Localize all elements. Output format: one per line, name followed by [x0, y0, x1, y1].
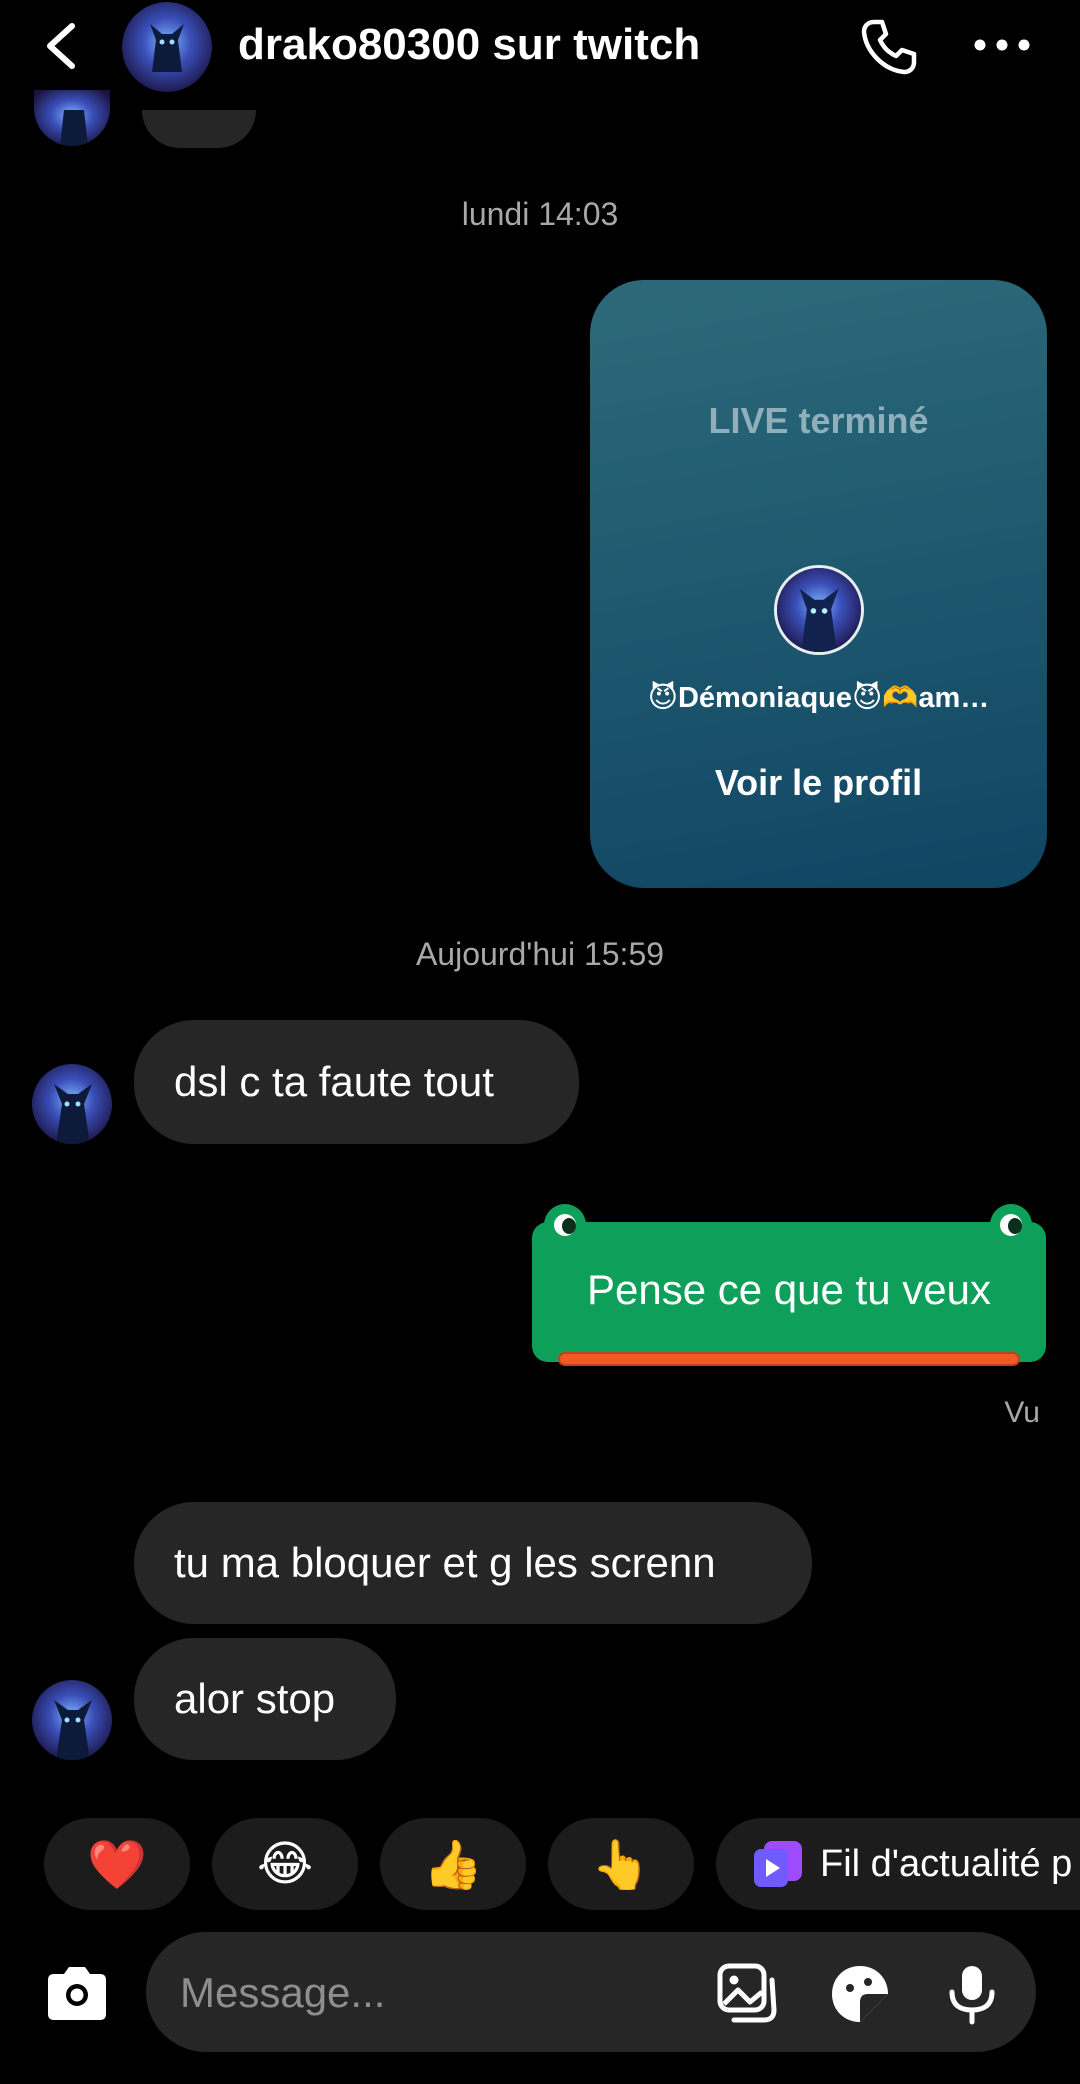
- reels-icon: [754, 1841, 802, 1887]
- timestamp: lundi 14:03: [461, 196, 619, 232]
- message-composer: [146, 1932, 1036, 2052]
- sent-message-sticker[interactable]: Pense ce que tu veux: [532, 1204, 1046, 1366]
- message-text: Pense ce que tu veux: [587, 1266, 991, 1313]
- quick-reply-thumbs-up[interactable]: 👍: [380, 1818, 526, 1910]
- quick-reply-point-up[interactable]: 👆: [548, 1818, 694, 1910]
- avatar[interactable]: [774, 565, 864, 655]
- avatar[interactable]: [122, 2, 212, 92]
- frog-eye-icon: [990, 1204, 1032, 1246]
- live-ended-card[interactable]: LIVE terminé 😈Démoniaque😈🫶am… Voir le pr…: [590, 280, 1047, 888]
- message-bubble[interactable]: tu ma bloquer et g les screnn: [134, 1502, 812, 1624]
- message-bubble-partial[interactable]: [142, 110, 256, 148]
- phone-icon[interactable]: [856, 14, 920, 78]
- page-title[interactable]: drako80300 sur twitch: [238, 20, 700, 70]
- live-profile-name: 😈Démoniaque😈🫶am…: [647, 682, 990, 714]
- camera-icon[interactable]: [42, 1960, 112, 2030]
- heart-emoji-icon: ❤️: [87, 1838, 147, 1892]
- thumbs-up-emoji-icon: 👍: [423, 1838, 483, 1892]
- message-text: dsl c ta faute tout: [174, 1058, 494, 1105]
- live-ended-title: LIVE terminé: [708, 400, 929, 441]
- quick-reply-laugh[interactable]: 😂: [212, 1818, 358, 1910]
- point-up-emoji-icon: 👆: [591, 1838, 651, 1892]
- quick-reply-heart[interactable]: ❤️: [44, 1818, 190, 1910]
- message-text: alor stop: [174, 1675, 336, 1722]
- message-text: tu ma bloquer et g les screnn: [174, 1539, 716, 1586]
- sticker-icon[interactable]: [828, 1962, 892, 2026]
- sticker-tongue: [558, 1352, 1020, 1366]
- avatar[interactable]: [32, 1064, 112, 1144]
- microphone-icon[interactable]: [940, 1962, 1004, 2026]
- message-input[interactable]: [180, 1968, 680, 2018]
- feed-share-chip[interactable]: Fil d'actualité p: [716, 1818, 1080, 1910]
- message-bubble[interactable]: alor stop: [134, 1638, 396, 1760]
- chat-header: drako80300 sur twitch: [0, 0, 1080, 95]
- gallery-icon[interactable]: [716, 1962, 780, 2026]
- avatar[interactable]: [34, 90, 110, 146]
- frog-eye-icon: [544, 1204, 586, 1246]
- chevron-left-icon[interactable]: [38, 18, 88, 74]
- laugh-emoji-icon: 😂: [256, 1838, 314, 1891]
- timestamp: Aujourd'hui 15:59: [415, 936, 665, 972]
- message-bubble[interactable]: dsl c ta faute tout: [134, 1020, 579, 1144]
- avatar[interactable]: [32, 1680, 112, 1760]
- feed-share-label: Fil d'actualité p: [820, 1842, 1073, 1885]
- seen-status: Vu: [1004, 1396, 1040, 1429]
- view-profile-link[interactable]: Voir le profil: [590, 762, 1047, 804]
- more-horizontal-icon[interactable]: [970, 20, 1034, 70]
